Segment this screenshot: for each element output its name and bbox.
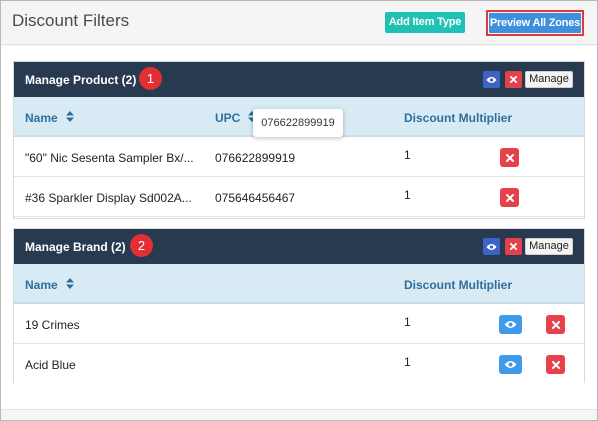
eye-icon bbox=[486, 243, 497, 250]
eye-icon bbox=[504, 360, 517, 369]
add-item-type-button[interactable]: Add Item Type bbox=[385, 12, 465, 33]
delete-row-button[interactable] bbox=[500, 188, 519, 207]
eye-icon bbox=[486, 76, 497, 83]
discount-multiplier[interactable]: 1 bbox=[404, 355, 411, 369]
page-title: Discount Filters bbox=[12, 11, 130, 30]
close-icon bbox=[505, 153, 514, 162]
annotation-badge-1: 1 bbox=[139, 67, 162, 90]
page-header: Discount Filters Add Item Type Preview A… bbox=[1, 1, 597, 45]
table-row: 19 Crimes 1 bbox=[14, 304, 584, 344]
product-name: "60" Nic Sesenta Sampler Bx/... bbox=[25, 151, 194, 165]
column-header-name[interactable]: Name bbox=[25, 111, 58, 125]
discount-multiplier[interactable]: 1 bbox=[404, 148, 411, 162]
upc-tooltip: 076622899919 bbox=[253, 109, 343, 137]
product-upc: 075646456467 bbox=[215, 191, 296, 205]
delete-row-button[interactable] bbox=[546, 355, 565, 374]
product-panel-header: Manage Product (2) 1 Manage bbox=[14, 62, 584, 97]
table-row: "60" Nic Sesenta Sampler Bx/... 07662289… bbox=[14, 137, 584, 177]
delete-row-button[interactable] bbox=[500, 148, 519, 167]
column-header-multiplier[interactable]: Discount Multiplier bbox=[404, 111, 512, 125]
column-header-upc[interactable]: UPC bbox=[215, 111, 240, 125]
table-row: Acid Blue 1 bbox=[14, 344, 584, 384]
remove-brands-button[interactable] bbox=[505, 238, 522, 255]
brand-table-header: Name Discount Multiplier bbox=[14, 264, 584, 304]
view-row-button[interactable] bbox=[499, 315, 522, 334]
product-upc: 076622899919 bbox=[215, 151, 296, 165]
column-header-name[interactable]: Name bbox=[25, 278, 58, 292]
sort-icon[interactable] bbox=[66, 111, 74, 122]
footer-strip bbox=[1, 409, 597, 420]
remove-products-button[interactable] bbox=[505, 71, 522, 88]
close-icon bbox=[510, 76, 517, 83]
close-icon bbox=[510, 243, 517, 250]
close-icon bbox=[551, 320, 560, 329]
preview-all-zones-button[interactable]: Preview All Zones bbox=[489, 13, 581, 33]
brand-name: Acid Blue bbox=[25, 358, 76, 372]
view-row-button[interactable] bbox=[499, 355, 522, 374]
brand-name: 19 Crimes bbox=[25, 318, 80, 332]
table-row: #36 Sparkler Display Sd002A... 075646456… bbox=[14, 177, 584, 217]
product-panel-title: Manage Product (2) bbox=[25, 73, 137, 87]
delete-row-button[interactable] bbox=[546, 315, 565, 334]
manage-brands-button[interactable]: Manage bbox=[525, 238, 573, 255]
discount-multiplier[interactable]: 1 bbox=[404, 315, 411, 329]
content-area: Manage Product (2) 1 Manage Name UPC Dis… bbox=[1, 46, 597, 409]
preview-all-zones-highlight: Preview All Zones bbox=[486, 10, 584, 36]
eye-icon bbox=[504, 320, 517, 329]
close-icon bbox=[505, 193, 514, 202]
brand-panel-header: Manage Brand (2) 2 Manage bbox=[14, 229, 584, 264]
discount-multiplier[interactable]: 1 bbox=[404, 188, 411, 202]
manage-brand-panel: Manage Brand (2) 2 Manage Name Discount … bbox=[13, 228, 585, 384]
brand-panel-title: Manage Brand (2) bbox=[25, 240, 126, 254]
close-icon bbox=[551, 360, 560, 369]
sort-icon[interactable] bbox=[66, 278, 74, 289]
annotation-badge-2: 2 bbox=[130, 234, 153, 257]
manage-products-button[interactable]: Manage bbox=[525, 71, 573, 88]
manage-product-panel: Manage Product (2) 1 Manage Name UPC Dis… bbox=[13, 61, 585, 219]
view-brands-button[interactable] bbox=[483, 238, 500, 255]
column-header-multiplier[interactable]: Discount Multiplier bbox=[404, 278, 512, 292]
product-name: #36 Sparkler Display Sd002A... bbox=[25, 191, 192, 205]
view-products-button[interactable] bbox=[483, 71, 500, 88]
